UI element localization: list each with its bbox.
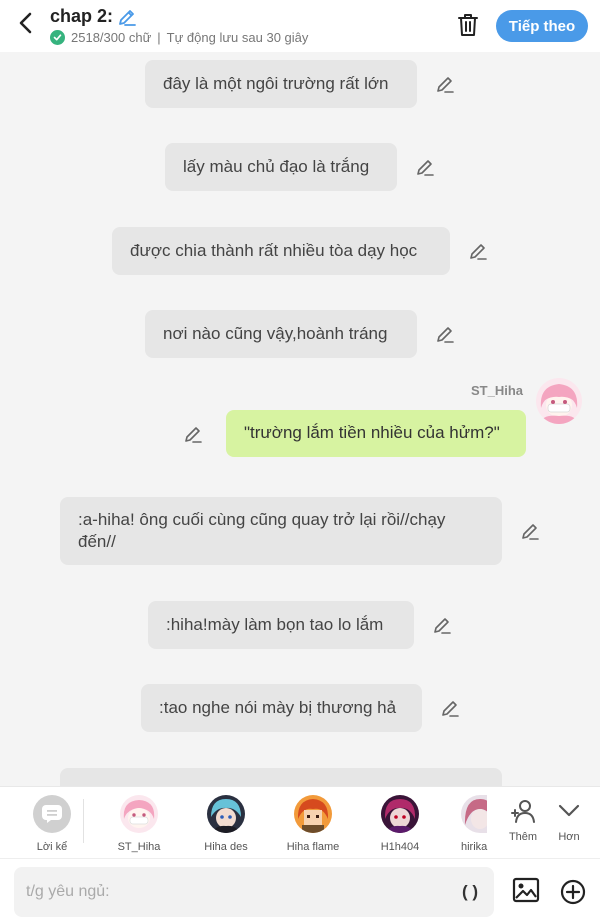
divider: [83, 799, 84, 843]
character-label: Hiha flame: [286, 841, 340, 853]
back-button[interactable]: [12, 8, 40, 38]
message-text: lấy màu chủ đạo là trắng: [183, 157, 370, 176]
add-person-icon: [511, 800, 535, 823]
edit-pencil-icon[interactable]: [416, 158, 434, 176]
character-label: ST_Hiha: [117, 841, 161, 853]
edit-pencil-icon[interactable]: [184, 425, 202, 443]
chat-area[interactable]: đây là một ngôi trường rất lớn lấy màu c…: [0, 52, 600, 786]
message-text: :hiha!mày làm bọn tao lo lắm: [166, 615, 384, 634]
message-bubble[interactable]: lấy màu chủ đạo là trắng: [165, 143, 397, 191]
chevron-down-icon: [558, 804, 580, 817]
message-bubble[interactable]: nơi nào cũng vậy,hoành tráng: [145, 310, 417, 358]
narrator-button[interactable]: Lời kể: [12, 795, 92, 853]
edit-pencil-icon[interactable]: [469, 242, 487, 260]
character-message-bubble[interactable]: "trường lắm tiền nhiều của hửm?": [226, 410, 526, 457]
message-text: :a-hiha! ông cuối cùng cũng quay trở lại…: [78, 510, 446, 551]
character-label: H1h404: [380, 841, 420, 853]
top-bar: chap 2: 2518/300 chữ | Tự động lưu sau 3…: [0, 0, 600, 52]
avatar: [294, 795, 332, 833]
title-row: chap 2:: [50, 6, 137, 27]
edit-pencil-icon[interactable]: [441, 699, 459, 717]
edit-pencil-icon[interactable]: [433, 616, 451, 634]
input-bar: ( ): [0, 858, 600, 924]
message-bubble[interactable]: :hiha!mày làm bọn tao lo lắm: [148, 601, 414, 649]
add-character-button[interactable]: Thêm: [503, 797, 543, 843]
message-bubble[interactable]: đây là một ngôi trường rất lớn: [145, 60, 417, 108]
image-icon[interactable]: [512, 877, 540, 903]
message-text: "trường lắm tiền nhiều của hửm?": [244, 423, 500, 442]
message-input[interactable]: [26, 879, 446, 905]
character-bar: Lời kể ST_Hiha Hiha des Hiha flame H1h40…: [0, 786, 600, 858]
back-arrow-icon: [19, 12, 32, 34]
avatar: [461, 795, 487, 833]
character-hiha-des[interactable]: Hiha des: [186, 795, 266, 853]
more-button[interactable]: Hơn: [549, 797, 589, 843]
message-text: nơi nào cũng vậy,hoành tráng: [163, 324, 388, 343]
add-label: Thêm: [508, 831, 538, 843]
character-st-hiha[interactable]: ST_Hiha: [99, 795, 179, 853]
chapter-title: chap 2:: [50, 6, 114, 26]
message-bubble[interactable]: :a-hiha! ông cuối cùng cũng quay trở lại…: [60, 497, 502, 565]
edit-pencil-icon[interactable]: [521, 522, 539, 540]
pencil-icon[interactable]: [117, 7, 137, 27]
plus-circle-icon[interactable]: [560, 879, 586, 905]
status-row: 2518/300 chữ | Tự động lưu sau 30 giây: [50, 30, 308, 45]
message-text: đây là một ngôi trường rất lớn: [163, 74, 389, 93]
character-hirika[interactable]: hirika: [447, 795, 495, 853]
next-button[interactable]: Tiếp theo: [496, 10, 588, 42]
edit-pencil-icon[interactable]: [436, 75, 454, 93]
autosave-status: Tự động lưu sau 30 giây: [166, 30, 309, 45]
narrator-label: Lời kể: [36, 841, 68, 853]
separator: |: [157, 30, 161, 45]
avatar: [207, 795, 245, 833]
parentheses-button[interactable]: ( ): [456, 880, 484, 904]
message-bubble-partial[interactable]: [60, 768, 502, 786]
word-count: 2518/300 chữ: [71, 30, 152, 45]
message-text: được chia thành rất nhiều tòa dạy học: [130, 241, 418, 260]
avatar[interactable]: [536, 378, 582, 424]
character-hiha-flame[interactable]: Hiha flame: [273, 795, 353, 853]
input-wrapper: ( ): [14, 867, 494, 917]
avatar: [120, 795, 158, 833]
character-label: Hiha des: [204, 841, 248, 853]
message-text: :tao nghe nói mày bị thương hả: [159, 698, 397, 717]
narrator-icon: [33, 795, 71, 833]
more-label: Hơn: [558, 831, 580, 843]
character-label: hirika: [461, 841, 488, 853]
sender-name: ST_Hiha: [471, 383, 524, 398]
message-bubble[interactable]: :tao nghe nói mày bị thương hả: [141, 684, 422, 732]
edit-pencil-icon[interactable]: [436, 325, 454, 343]
character-h1h404[interactable]: H1h404: [360, 795, 440, 853]
message-bubble[interactable]: được chia thành rất nhiều tòa dạy học: [112, 227, 450, 275]
trash-icon[interactable]: [456, 12, 480, 38]
avatar: [381, 795, 419, 833]
check-icon: [50, 30, 65, 45]
